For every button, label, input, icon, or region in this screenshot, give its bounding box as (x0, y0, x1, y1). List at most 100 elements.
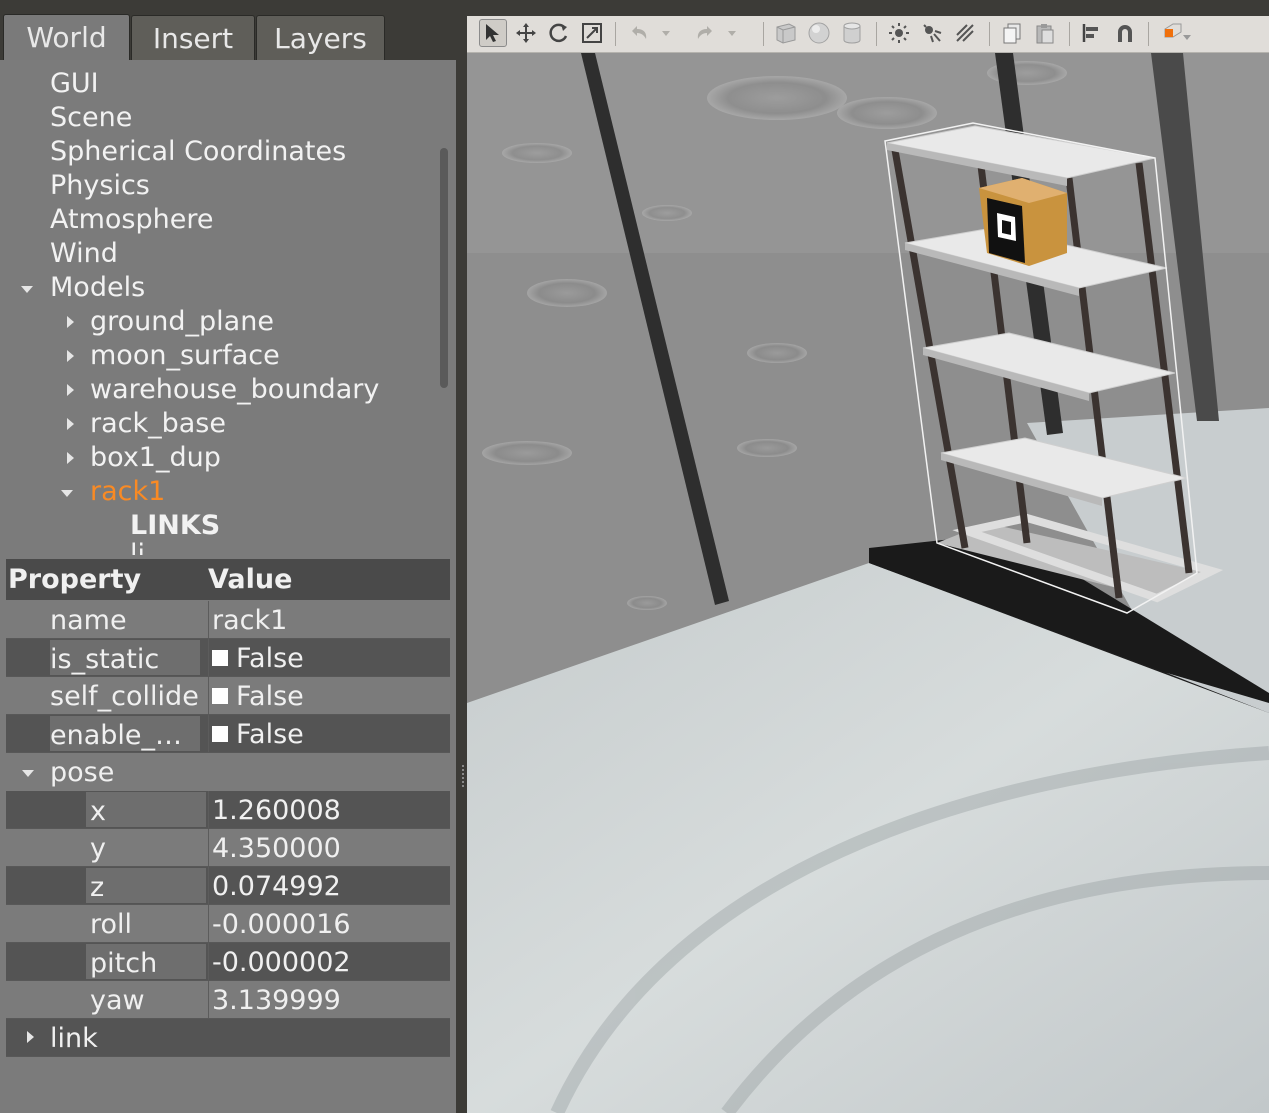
tree-item-link-partial[interactable]: li... (130, 538, 171, 555)
toolbar-separator (1148, 22, 1149, 46)
prop-value-x[interactable]: 1.260008 (208, 791, 450, 828)
rotate-icon[interactable] (545, 19, 573, 47)
prop-row-enable[interactable]: enable_… False (6, 715, 450, 753)
prop-row-pose-x[interactable]: x 1.260008 (6, 791, 450, 829)
redo-history-icon[interactable] (725, 19, 739, 47)
prop-row-pose-roll[interactable]: roll -0.000016 (6, 905, 450, 943)
prop-row-pose-yaw[interactable]: yaw 3.139999 (6, 981, 450, 1019)
paste-icon[interactable] (1031, 19, 1059, 47)
sphere-shape-icon[interactable] (805, 19, 833, 47)
tree-item-box1-dup[interactable]: box1_dup (90, 441, 221, 475)
expand-moon-surface-icon[interactable] (67, 350, 74, 362)
prop-row-self-collide[interactable]: self_collide False (6, 677, 450, 715)
prop-key-enable: enable_… (50, 716, 200, 751)
prop-row-is-static[interactable]: is_static False (6, 639, 450, 677)
tab-bar: World Insert Layers (0, 0, 460, 62)
panel-splitter-handle[interactable] (462, 765, 466, 787)
scene-render (467, 53, 1269, 1113)
tree-item-ground-plane[interactable]: ground_plane (90, 305, 274, 339)
prop-row-name[interactable]: name rack1 (6, 601, 450, 639)
tree-item-gui[interactable]: GUI (50, 67, 99, 101)
tab-layers[interactable]: Layers (256, 15, 385, 60)
tab-world[interactable]: World (3, 14, 130, 62)
tree-item-wind[interactable]: Wind (50, 237, 118, 271)
prop-key-name: name (50, 605, 127, 636)
prop-key-y: y (90, 833, 106, 864)
tree-item-atmosphere[interactable]: Atmosphere (50, 203, 213, 237)
property-table-header: Property Value (6, 559, 450, 600)
point-light-icon[interactable] (885, 19, 913, 47)
prop-value-roll[interactable]: -0.000016 (208, 905, 450, 942)
prop-row-pose-z[interactable]: z 0.074992 (6, 867, 450, 905)
scene-viewport[interactable] (467, 53, 1269, 1113)
prop-key-yaw: yaw (90, 985, 145, 1016)
prop-key-is-static: is_static (50, 640, 200, 675)
enable-value-text: False (236, 719, 304, 750)
copy-icon[interactable] (998, 19, 1026, 47)
prop-key-link: link (50, 1023, 98, 1054)
expand-rack-base-icon[interactable] (67, 418, 74, 430)
cylinder-shape-icon[interactable] (838, 19, 866, 47)
tab-insert[interactable]: Insert (131, 15, 255, 60)
prop-value-self-collide[interactable]: False (208, 677, 450, 714)
expand-warehouse-boundary-icon[interactable] (67, 384, 74, 396)
undo-icon[interactable] (625, 19, 653, 47)
expand-box1-dup-icon[interactable] (67, 452, 74, 464)
left-panel: World Insert Layers GUI Scene Spherical … (0, 0, 464, 1113)
prop-row-pose-pitch[interactable]: pitch -0.000002 (6, 943, 450, 981)
prop-row-pose-y[interactable]: y 4.350000 (6, 829, 450, 867)
directional-light-icon[interactable] (951, 19, 979, 47)
view-angle-icon[interactable] (1157, 19, 1197, 47)
world-panel: GUI Scene Spherical Coordinates Physics … (0, 60, 456, 1113)
box-shape-icon[interactable] (772, 19, 800, 47)
expand-models-icon[interactable] (21, 286, 33, 293)
tree-scrollbar[interactable] (440, 148, 448, 388)
prop-key-self-collide: self_collide (50, 681, 199, 712)
tree-item-moon-surface[interactable]: moon_surface (90, 339, 280, 373)
enable-checkbox[interactable] (212, 725, 228, 742)
toolbar (467, 16, 1269, 53)
tree-item-rack-base[interactable]: rack_base (90, 407, 226, 441)
tree-item-rack1[interactable]: rack1 (90, 475, 165, 509)
is-static-value-text: False (236, 643, 304, 674)
prop-key-roll: roll (90, 909, 133, 940)
scale-icon[interactable] (578, 19, 606, 47)
self-collide-checkbox[interactable] (212, 687, 228, 704)
spot-light-icon[interactable] (918, 19, 946, 47)
tree-item-models[interactable]: Models (50, 271, 145, 305)
toolbar-separator (989, 22, 990, 46)
prop-row-pose[interactable]: pose (6, 753, 450, 790)
select-arrow-icon[interactable] (479, 19, 507, 47)
toolbar-separator (763, 22, 764, 46)
expand-ground-plane-icon[interactable] (67, 316, 74, 328)
tree-item-physics[interactable]: Physics (50, 169, 150, 203)
prop-key-pitch: pitch (86, 944, 206, 979)
value-column-header: Value (208, 564, 293, 595)
collapse-rack1-icon[interactable] (61, 490, 73, 497)
undo-history-icon[interactable] (659, 19, 673, 47)
tree-item-scene[interactable]: Scene (50, 101, 132, 135)
self-collide-value-text: False (236, 681, 304, 712)
tree-item-spherical-coordinates[interactable]: Spherical Coordinates (50, 135, 346, 169)
prop-row-link[interactable]: link (6, 1019, 450, 1057)
tree-item-warehouse-boundary[interactable]: warehouse_boundary (90, 373, 379, 407)
translate-icon[interactable] (512, 19, 540, 47)
expand-link-icon[interactable] (27, 1031, 34, 1043)
prop-value-enable[interactable]: False (208, 715, 450, 752)
redo-icon[interactable] (691, 19, 719, 47)
prop-value-pitch[interactable]: -0.000002 (208, 943, 450, 980)
prop-value-y[interactable]: 4.350000 (208, 829, 450, 866)
is-static-checkbox[interactable] (212, 649, 228, 666)
property-column-header: Property (8, 564, 142, 595)
snap-magnet-icon[interactable] (1111, 19, 1139, 47)
prop-value-z[interactable]: 0.074992 (208, 867, 450, 904)
prop-value-name[interactable]: rack1 (208, 601, 450, 638)
toolbar-separator (615, 22, 616, 46)
prop-value-is-static[interactable]: False (208, 639, 450, 676)
prop-key-pose: pose (50, 757, 115, 788)
prop-value-yaw[interactable]: 3.139999 (208, 981, 450, 1018)
world-tree: GUI Scene Spherical Coordinates Physics … (0, 60, 456, 555)
align-icon[interactable] (1078, 19, 1106, 47)
collapse-pose-icon[interactable] (22, 770, 34, 777)
prop-key-z: z (86, 868, 206, 903)
